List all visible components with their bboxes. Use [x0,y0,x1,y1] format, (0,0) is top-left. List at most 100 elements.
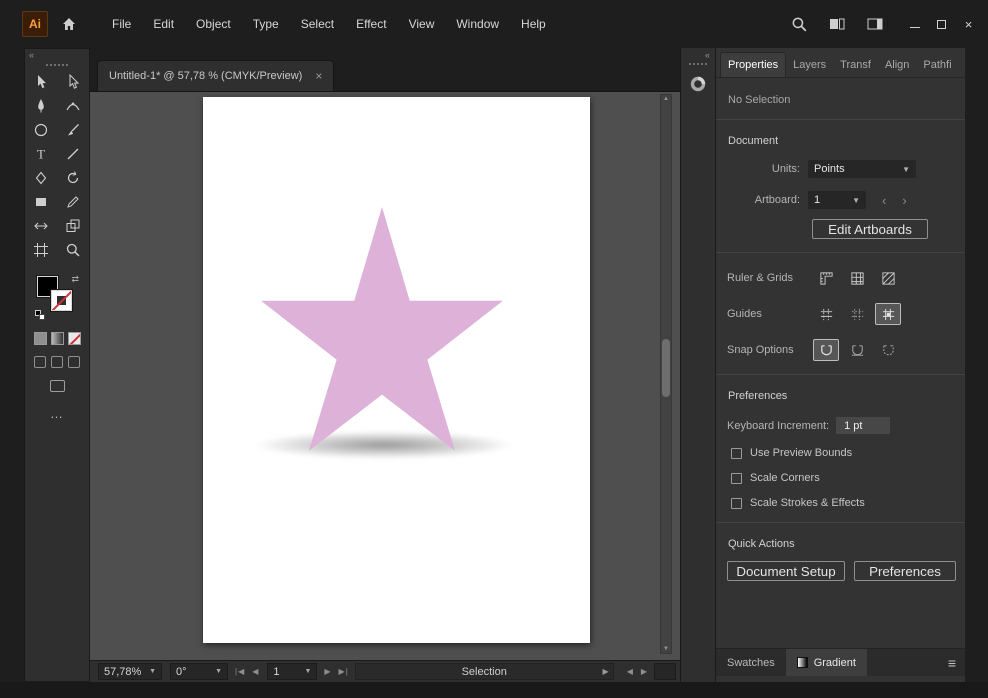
use-preview-bounds-checkbox[interactable] [731,447,742,459]
zoom-level-dropdown[interactable]: 57,78% ▼ [98,663,162,680]
show-guides-button[interactable] [813,303,839,325]
document-tab[interactable]: Untitled-1* @ 57,78 % (CMYK/Preview) × [97,60,335,91]
pen-tool[interactable] [25,94,57,118]
next-artboard-icon[interactable]: › [902,193,906,208]
shape-builder-tool[interactable] [57,214,89,238]
rectangle-tool[interactable] [25,190,57,214]
menu-edit[interactable]: Edit [142,10,185,38]
dock-collapse-icon[interactable]: « [681,48,715,60]
lock-guides-button[interactable] [844,303,870,325]
scroll-down-icon[interactable]: ▼ [661,646,671,652]
last-artboard-icon[interactable]: ▶| [339,667,349,676]
stroke-color-swatch[interactable] [51,290,72,311]
artboard[interactable] [203,97,590,643]
workspace-switcher-icon[interactable] [863,13,887,35]
canvas-area[interactable]: ▲ ▼ [90,92,680,660]
artboard-dropdown[interactable]: 1 ▼ [808,191,866,209]
panel-menu-icon[interactable]: ≡ [948,655,956,671]
home-icon[interactable] [57,12,81,36]
artboard-tool[interactable] [25,238,57,262]
ellipse-tool[interactable] [25,118,57,142]
paintbrush-tool[interactable] [57,118,89,142]
draw-behind-button[interactable] [51,356,63,368]
gradient-button[interactable] [50,332,64,345]
zoom-tool[interactable] [57,238,89,262]
dock-grip[interactable] [689,63,707,65]
status-expand-icon[interactable]: ▶ [603,667,609,676]
scroll-up-icon[interactable]: ▲ [661,96,671,102]
show-grid-button[interactable] [844,267,870,289]
menu-select[interactable]: Select [290,10,345,38]
next-artboard-icon[interactable]: ▶ [324,667,331,676]
zoom-level-value: 57,78% [104,665,142,678]
close-tab-icon[interactable]: × [315,69,322,83]
close-button[interactable]: × [955,13,982,35]
artboard-row: Artboard: 1 ▼ ‹ › [727,191,965,209]
tab-layers[interactable]: Layers [786,53,833,77]
status-display[interactable]: Selection ▶ [354,663,614,680]
direct-selection-tool[interactable] [57,70,89,94]
maximize-button[interactable] [928,13,955,35]
color-wheel-panel-icon[interactable] [687,73,709,95]
tab-gradient[interactable]: Gradient [785,649,867,676]
scroll-left-icon[interactable]: ◀ [627,667,634,676]
scale-strokes-effects-checkbox[interactable] [731,497,742,509]
rotate-tool[interactable] [57,166,89,190]
none-button[interactable] [67,332,81,345]
draw-normal-button[interactable] [34,356,46,368]
shaper-tool[interactable] [25,166,57,190]
snap-to-point-button[interactable] [813,339,839,361]
tab-swatches[interactable]: Swatches [716,649,786,676]
menu-view[interactable]: View [398,10,446,38]
tools-panel-grip[interactable] [46,64,68,66]
screen-mode-button[interactable] [49,380,65,392]
show-rulers-button[interactable] [813,267,839,289]
menu-window[interactable]: Window [445,10,510,38]
tab-properties[interactable]: Properties [720,52,787,77]
line-segment-tool[interactable] [57,142,89,166]
color-button[interactable] [33,332,47,345]
document-setup-button[interactable]: Document Setup [727,561,845,581]
snap-to-guides-button[interactable] [875,303,901,325]
vertical-scrollbar[interactable]: ▲ ▼ [660,94,672,654]
search-icon[interactable] [787,13,811,35]
edit-artboards-button[interactable]: Edit Artboards [812,219,928,239]
units-row: Units: Points ▼ [727,160,965,178]
swap-fill-stroke-icon[interactable]: ⇄ [71,274,79,285]
pencil-tool[interactable] [57,190,89,214]
rotation-dropdown[interactable]: 0° ▼ [170,663,228,680]
stroke-none-slash [52,291,71,310]
default-fill-stroke-icon[interactable] [35,310,45,320]
previous-artboard-icon[interactable]: ◀ [252,667,259,676]
preferences-button[interactable]: Preferences [854,561,956,581]
type-tool[interactable]: T [25,142,57,166]
units-label: Units: [771,163,800,175]
vertical-scrollbar-thumb[interactable] [662,339,670,397]
menu-effect[interactable]: Effect [345,10,397,38]
minimize-button[interactable] [901,13,928,35]
scroll-right-icon[interactable]: ▶ [641,667,648,676]
draw-inside-button[interactable] [68,356,80,368]
selection-tool[interactable] [25,70,57,94]
arrange-documents-icon[interactable] [825,13,849,35]
previous-artboard-icon[interactable]: ‹ [882,193,886,208]
curvature-tool[interactable] [57,94,89,118]
tab-pathfinder[interactable]: Pathfi [916,53,958,77]
tools-panel-collapse-icon[interactable]: « [25,49,89,61]
edit-toolbar-ellipsis-icon[interactable]: … [25,406,89,421]
snap-to-grid-button[interactable] [844,339,870,361]
scale-corners-checkbox[interactable] [731,472,742,484]
units-dropdown[interactable]: Points ▼ [808,160,916,178]
tab-align[interactable]: Align [878,53,916,77]
menu-type[interactable]: Type [242,10,290,38]
menu-file[interactable]: File [101,10,142,38]
width-tool[interactable] [25,214,57,238]
artboard-navigation-dropdown[interactable]: 1 ▼ [267,663,318,680]
menu-help[interactable]: Help [510,10,557,38]
show-transparency-grid-button[interactable] [875,267,901,289]
snap-to-pixel-button[interactable] [875,339,901,361]
keyboard-increment-field[interactable]: 1 pt [836,417,891,434]
tab-transform[interactable]: Transf [833,53,878,77]
menu-object[interactable]: Object [185,10,242,38]
first-artboard-icon[interactable]: |◀ [235,667,245,676]
